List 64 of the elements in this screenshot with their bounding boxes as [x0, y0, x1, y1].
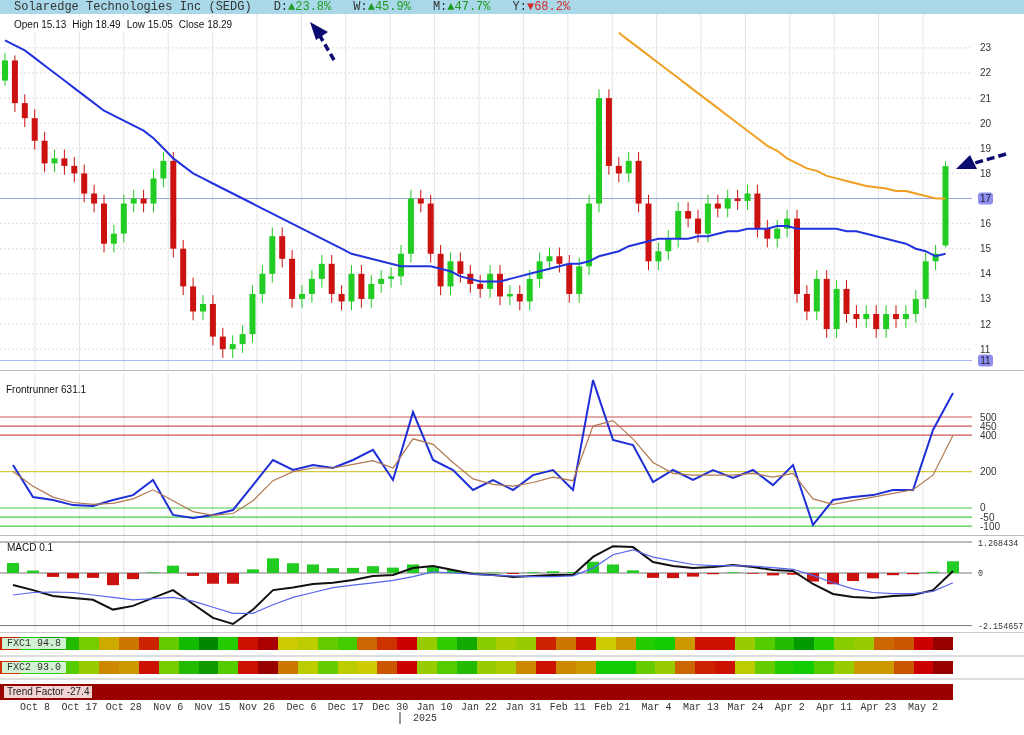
date-label: Apr 23 [860, 702, 897, 713]
axis-label: -50 [980, 511, 995, 523]
ohlc-value: Low 15.05 [126, 18, 173, 32]
date-label: Mar 24 [727, 702, 764, 713]
ohlc-value: Open 15.13 [14, 18, 67, 32]
axis-label: 12 [980, 318, 992, 330]
period-label: M: [432, 1, 448, 13]
band-label: FXC2 93.0 [2, 662, 66, 673]
panel-title: MACD 0.1 [7, 542, 54, 553]
date-label: Nov 15 [194, 702, 231, 713]
axis-label: 19 [980, 142, 992, 154]
axis-label: 0 [978, 569, 984, 580]
date-label: Jan 10 [416, 702, 453, 713]
period-label: D: [273, 1, 289, 13]
axis-label: 200 [980, 466, 997, 478]
axis-label: 15 [980, 243, 992, 255]
change-value: ▲45.9% [367, 1, 411, 13]
period-label: Y: [512, 1, 527, 13]
date-label: Feb 11 [549, 702, 586, 713]
date-label: Nov 26 [239, 702, 275, 713]
axis-label: 13 [980, 293, 992, 305]
axis-label: 21 [980, 92, 992, 104]
axis-label: 14 [980, 268, 992, 280]
date-label: Dec 17 [327, 702, 364, 713]
axis-label: -2.154657 [978, 622, 1024, 632]
band-label: FXC1 94.8 [2, 638, 66, 649]
date-label: Feb 21 [594, 702, 631, 713]
trend-factor-label: Trend Factor -27.4 [4, 686, 93, 698]
year-label: 2025 [413, 713, 437, 724]
axis-label: 1.268434 [978, 538, 1019, 549]
panel-title: Frontrunner 631.1 [6, 384, 87, 395]
date-label: May 2 [908, 702, 938, 713]
date-label: Mar 13 [683, 702, 719, 713]
change-value: ▼68.2% [526, 1, 571, 13]
axis-label: 450 [980, 420, 997, 432]
date-label: Jan 31 [505, 702, 542, 713]
date-label: Nov 6 [153, 702, 184, 713]
ohlc-value: High 18.49 [72, 18, 121, 32]
axis-label: 400 [980, 429, 997, 441]
date-label: Oct 28 [105, 702, 142, 713]
axis-label: 500 [980, 411, 997, 423]
axis-label: 23 [980, 42, 992, 54]
axis-label: 0 [980, 502, 986, 514]
stock-title: Solaredge Technologies Inc (SEDG) [14, 1, 252, 13]
ohlc-value: Close 18.29 [178, 18, 233, 32]
date-label: Jan 22 [461, 702, 497, 713]
date-label: Oct 17 [61, 702, 98, 713]
period-label: W: [353, 1, 368, 13]
change-value: ▲23.8% [288, 1, 332, 13]
change-value: ▲47.7% [447, 1, 491, 13]
date-label: Apr 11 [816, 702, 853, 713]
date-label: Apr 2 [774, 702, 805, 713]
axis-label: 18 [980, 167, 992, 179]
axis-label: 22 [980, 67, 992, 79]
price-level-label: 17 [978, 192, 993, 205]
date-label: Dec 6 [286, 702, 317, 713]
axis-label: 20 [980, 117, 992, 129]
date-label: Dec 30 [372, 702, 409, 713]
axis-label: 11 [980, 343, 991, 355]
date-label: Mar 4 [641, 702, 672, 713]
price-level-label: 11 [978, 354, 993, 367]
axis-label: 16 [980, 218, 992, 230]
date-label: Oct 8 [20, 702, 50, 713]
axis-label: -100 [980, 520, 1000, 532]
